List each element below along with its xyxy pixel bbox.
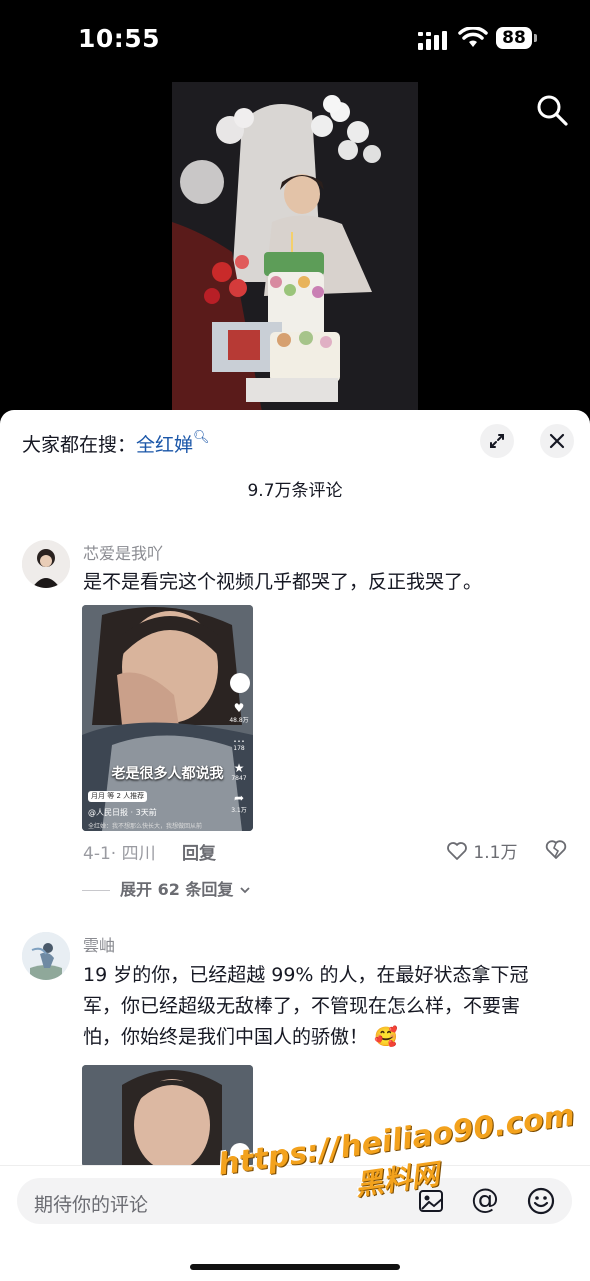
comments-count: 9.7万条评论	[247, 481, 343, 501]
home-indicator	[190, 1264, 400, 1270]
divider	[82, 890, 110, 891]
image-sidebar-comments: … 178	[233, 731, 245, 752]
emoji-icon[interactable]	[526, 1186, 556, 1216]
image-sidebar-shares: ➦ 3.1万	[231, 791, 247, 814]
status-time: 10:55	[78, 24, 161, 53]
avatar[interactable]	[22, 932, 70, 980]
image-sidebar-likes: ♥ 48.8万	[229, 701, 249, 724]
heart-icon	[447, 842, 467, 860]
reply-button[interactable]: 回复	[182, 839, 216, 864]
comment-text: 是不是看完这个视频几乎都哭了，反正我哭了。	[83, 571, 483, 593]
hot-search-prefix: 大家都在搜：	[22, 434, 137, 456]
avatar-image	[22, 540, 70, 588]
image-author-avatar	[230, 673, 250, 693]
hot-search-bar[interactable]: 大家都在搜：全红婵🔍︎	[22, 430, 210, 457]
search-icon[interactable]	[534, 92, 570, 128]
cellular-signal-icon	[418, 31, 447, 50]
comment-image[interactable]: 老是很多人都说我 月月 等 2 人推荐 @人民日报 · 3天前 全红婵：我不想那…	[82, 605, 253, 831]
search-small-icon: 🔍︎	[193, 430, 210, 445]
comment-text: 19 岁的你，已经超越 99% 的人，在最好状态拿下冠 军，你已经超级无敌棒了，…	[83, 964, 529, 1048]
comment-image-source: @人民日报 · 3天前	[88, 808, 157, 817]
comment-image-recommend: 月月 等 2 人推荐	[88, 791, 148, 802]
status-bar: 10:55 88	[0, 0, 590, 80]
hot-search-keyword[interactable]: 全红婵	[136, 434, 193, 456]
expand-icon	[490, 434, 504, 448]
chevron-down-icon	[240, 887, 250, 894]
hug-emoji-icon: 🥰	[374, 1026, 398, 1048]
like-button[interactable]: 1.1万	[446, 838, 517, 863]
video-player[interactable]	[172, 82, 418, 412]
birthday-scene-image	[172, 82, 418, 412]
avatar[interactable]	[22, 540, 70, 588]
avatar-image	[22, 932, 70, 980]
comment-username[interactable]: 雲岫	[83, 932, 115, 956]
battery-tip	[534, 34, 537, 42]
comment-meta: 4-1· 四川	[83, 844, 156, 864]
expand-replies-button[interactable]: 展开 62 条回复	[82, 876, 251, 900]
close-icon	[549, 433, 565, 449]
comment-image-subtext: 全红婵：我不想那么快长大，我想做回从前	[88, 823, 203, 830]
wifi-icon	[458, 27, 488, 47]
fullscreen-button[interactable]	[480, 424, 514, 458]
comment-username[interactable]: 芯爱是我吖	[83, 540, 163, 564]
close-button[interactable]	[540, 424, 574, 458]
image-sidebar-favorites: ★ 7847	[231, 761, 247, 782]
dislike-icon[interactable]	[544, 838, 568, 860]
battery-indicator: 88	[496, 27, 532, 49]
like-count: 1.1万	[473, 843, 518, 863]
input-placeholder: 期待你的评论	[34, 1194, 149, 1216]
